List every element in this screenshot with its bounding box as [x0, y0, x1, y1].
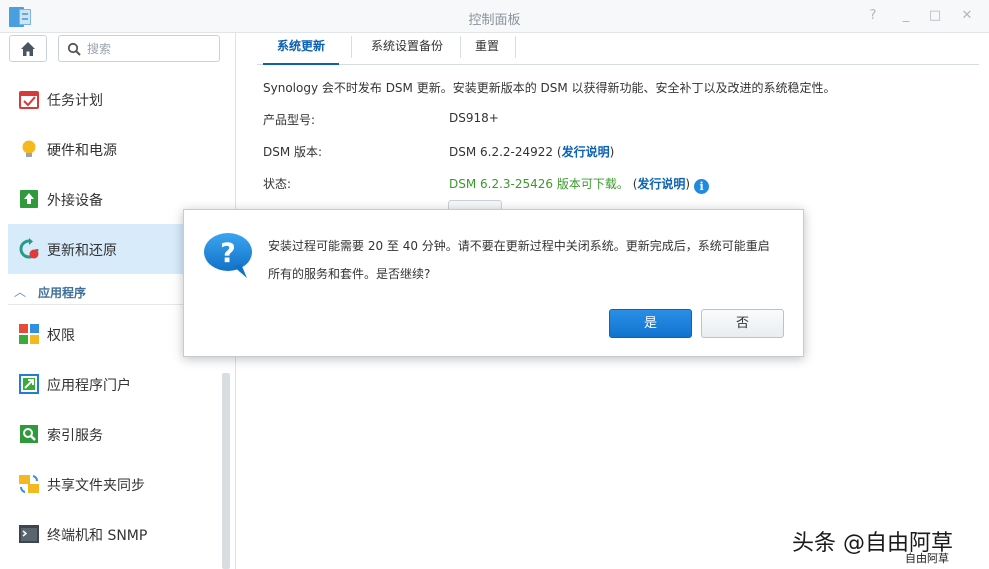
calendar-icon: [19, 91, 39, 109]
sidebar-scrollbar[interactable]: [222, 373, 230, 569]
home-icon: [21, 42, 35, 56]
sidebar-item-task-scheduler[interactable]: 任务计划: [8, 74, 184, 124]
search-box[interactable]: [58, 35, 220, 62]
sidebar-item-update-restore[interactable]: 更新和还原: [8, 224, 184, 274]
section-label: 应用程序: [38, 286, 87, 300]
tab-bar: 系统更新 系统设置备份 重置: [257, 33, 979, 65]
sidebar-item-terminal-snmp[interactable]: 终端机和 SNMP: [8, 509, 184, 559]
sidebar-item-external-devices[interactable]: 外接设备: [8, 174, 184, 224]
sidebar-item-label: 外接设备: [47, 193, 103, 209]
sidebar-item-label: 应用程序门户: [47, 378, 131, 394]
terminal-icon: [19, 525, 39, 543]
tab-divider: [351, 36, 352, 58]
release-notes-link[interactable]: 发行说明: [562, 145, 610, 159]
title-bar: 控制面板 ? _ □ ✕: [0, 0, 989, 33]
tab-reset[interactable]: 重置: [466, 33, 508, 65]
dsm-version-label: DSM 版本:: [263, 145, 323, 159]
app-portal-icon: [19, 374, 39, 394]
status-row: DSM 6.2.3-25426 版本可下载。 (发行说明) i: [449, 175, 710, 194]
sidebar-item-label: 共享文件夹同步: [47, 478, 145, 494]
sidebar-item-indexing-service[interactable]: 索引服务: [8, 409, 184, 459]
sidebar-item-label: 终端机和 SNMP: [47, 528, 148, 544]
dsm-version-value: DSM 6.2.2-24922: [449, 145, 554, 159]
paren-open: (: [553, 145, 562, 159]
search-input[interactable]: [87, 40, 212, 58]
dialog-message-line1: 安装过程可能需要 20 至 40 分钟。请不要在更新过程中关闭系统。更新完成后，…: [268, 239, 770, 253]
model-label: 产品型号:: [263, 113, 316, 127]
dialog-message-line2: 所有的服务和套件。是否继续?: [268, 267, 431, 281]
model-value: DS918+: [449, 111, 499, 125]
maximize-icon[interactable]: □: [927, 8, 943, 24]
sidebar-item-hardware-power[interactable]: 硬件和电源: [8, 124, 184, 174]
dialog-message: 安装过程可能需要 20 至 40 分钟。请不要在更新过程中关闭系统。更新完成后，…: [268, 232, 788, 288]
status-value: DSM 6.2.3-25426 版本可下载。: [449, 177, 629, 191]
sidebar-item-label: 权限: [47, 328, 75, 344]
minimize-icon[interactable]: _: [898, 8, 914, 24]
chevron-up-icon: ︿: [14, 285, 27, 299]
sidebar-item-label: 更新和还原: [47, 243, 117, 259]
dsm-version-row: DSM 6.2.2-24922 (发行说明): [449, 143, 614, 160]
lightbulb-icon: [22, 140, 36, 157]
sidebar-item-label: 索引服务: [47, 428, 103, 444]
paren-close: ): [609, 145, 615, 159]
tab-divider: [515, 36, 516, 58]
search-icon: [67, 42, 81, 56]
sidebar-item-privileges[interactable]: 权限: [8, 309, 184, 359]
svg-text:?: ?: [220, 238, 236, 269]
sidebar-item-shared-folder-sync[interactable]: 共享文件夹同步: [8, 459, 184, 509]
close-icon[interactable]: ✕: [959, 8, 975, 24]
external-device-icon: [20, 190, 38, 208]
tab-config-backup[interactable]: 系统设置备份: [357, 33, 457, 65]
no-button[interactable]: 否: [701, 309, 784, 338]
paren-close: ): [685, 177, 691, 191]
tab-system-update[interactable]: 系统更新: [263, 33, 339, 65]
yes-button[interactable]: 是: [609, 309, 692, 338]
question-icon: ?: [204, 233, 252, 278]
indexing-icon: [20, 425, 38, 443]
window-title: 控制面板: [468, 13, 521, 28]
update-restore-icon: [19, 238, 39, 259]
shared-folder-sync-icon: [19, 475, 39, 493]
help-icon[interactable]: ?: [865, 8, 881, 24]
sidebar-item-label: 任务计划: [47, 93, 103, 109]
info-icon[interactable]: i: [694, 179, 710, 194]
privileges-icon: [19, 324, 39, 344]
tab-divider: [460, 36, 461, 58]
update-description: Synology 会不时发布 DSM 更新。安装更新版本的 DSM 以获得新功能…: [263, 81, 836, 95]
confirm-dialog: ? 安装过程可能需要 20 至 40 分钟。请不要在更新过程中关闭系统。更新完成…: [183, 209, 804, 357]
watermark-seal: 自由阿草: [905, 552, 949, 565]
sidebar-item-label: 硬件和电源: [47, 143, 117, 159]
status-label: 状态:: [263, 177, 292, 191]
status-release-notes-link[interactable]: 发行说明: [637, 177, 685, 191]
sidebar-item-application-portal[interactable]: 应用程序门户: [8, 359, 184, 409]
home-button[interactable]: [9, 35, 47, 62]
